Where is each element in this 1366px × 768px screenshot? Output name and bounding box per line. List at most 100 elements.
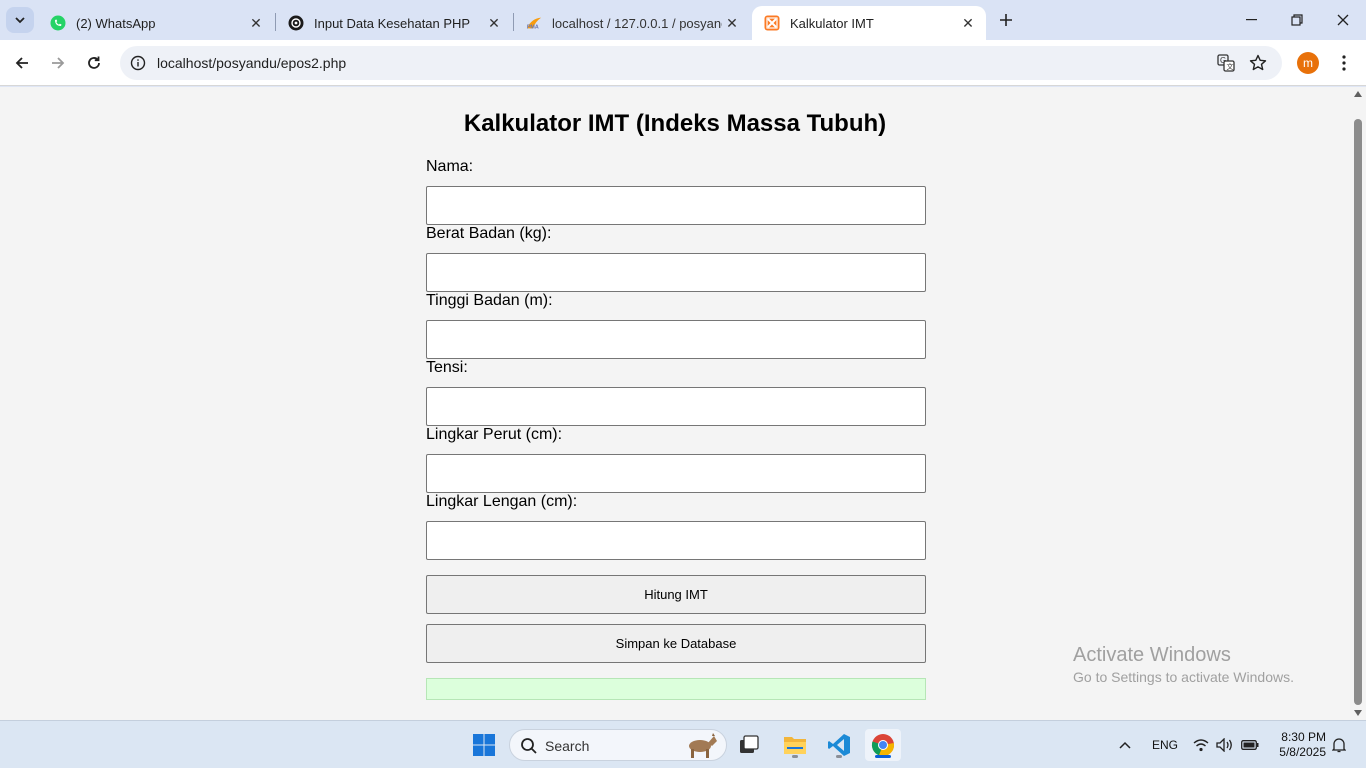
reload-button[interactable] xyxy=(80,49,108,77)
lingkar-lengan-input[interactable] xyxy=(426,521,926,560)
language-indicator[interactable]: ENG xyxy=(1152,738,1178,752)
search-icon xyxy=(521,738,537,754)
tab-search-button[interactable] xyxy=(6,7,34,33)
nama-input[interactable] xyxy=(426,186,926,225)
simpan-database-button[interactable]: Simpan ke Database xyxy=(426,624,926,663)
chevron-down-icon xyxy=(15,17,25,24)
tab-phpmyadmin[interactable]: PMA localhost / 127.0.0.1 / posyandu ✕ xyxy=(514,6,750,40)
battery-icon xyxy=(1241,740,1259,750)
clock-date: 5/8/2025 xyxy=(1279,745,1326,759)
new-tab-button[interactable] xyxy=(994,8,1018,32)
site-info-icon[interactable] xyxy=(128,53,148,73)
tab-kalkulator-imt[interactable]: Kalkulator IMT ✕ xyxy=(752,6,986,40)
result-box xyxy=(426,678,926,700)
lingkar-perut-input[interactable] xyxy=(426,454,926,493)
more-vertical-icon xyxy=(1342,55,1346,71)
taskbar: Search ENG 8:30 PM 5/8/2025 xyxy=(0,720,1366,768)
close-window-button[interactable] xyxy=(1320,0,1366,40)
profile-avatar[interactable]: m xyxy=(1297,52,1319,74)
tinggi-badan-input[interactable] xyxy=(426,320,926,359)
task-view-button[interactable] xyxy=(731,729,767,761)
svg-text:PMA: PMA xyxy=(527,24,539,30)
running-indicator xyxy=(836,755,842,758)
arrow-right-icon xyxy=(52,57,65,69)
plus-icon xyxy=(1000,14,1012,26)
page-title: Kalkulator IMT (Indeks Massa Tubuh) xyxy=(463,110,887,137)
field-label: Nama: xyxy=(426,158,474,175)
vscode-icon xyxy=(828,734,850,756)
tab-whatsapp[interactable]: (2) WhatsApp ✕ xyxy=(38,6,274,40)
tab-title: (2) WhatsApp xyxy=(76,15,156,31)
field-label: Tensi: xyxy=(426,359,468,376)
hitung-imt-button[interactable]: Hitung IMT xyxy=(426,575,926,614)
tab-strip: (2) WhatsApp ✕ Input Data Kesehatan PHP … xyxy=(0,0,1366,40)
restore-icon xyxy=(1291,14,1303,26)
address-bar[interactable]: localhost/posyandu/epos2.php G文 xyxy=(120,46,1282,80)
volume-icon xyxy=(1216,738,1232,752)
berat-badan-input[interactable] xyxy=(426,253,926,292)
windows-icon xyxy=(473,734,495,756)
tensi-input[interactable] xyxy=(426,387,926,426)
chrome-button[interactable] xyxy=(865,729,901,761)
minimize-icon xyxy=(1245,19,1257,21)
close-icon xyxy=(1337,14,1349,26)
arrow-left-icon xyxy=(15,57,28,69)
whatsapp-icon xyxy=(50,15,66,31)
battery-button[interactable] xyxy=(1237,729,1263,761)
activation-watermark: Activate Windows Go to Settings to activ… xyxy=(1073,643,1294,687)
field-label: Berat Badan (kg): xyxy=(426,225,552,242)
close-icon[interactable]: ✕ xyxy=(484,13,504,33)
forward-button[interactable] xyxy=(44,49,72,77)
page-viewport: Kalkulator IMT (Indeks Massa Tubuh) Nama… xyxy=(0,87,1350,720)
tray-overflow-button[interactable] xyxy=(1110,729,1140,761)
file-explorer-button[interactable] xyxy=(777,729,813,761)
minimize-button[interactable] xyxy=(1228,0,1274,40)
field-label: Lingkar Lengan (cm): xyxy=(426,493,578,510)
donkey-icon xyxy=(689,733,717,758)
tab-title: Kalkulator IMT xyxy=(790,15,874,31)
folder-icon xyxy=(784,737,806,754)
field-label: Lingkar Perut (cm): xyxy=(426,426,563,443)
notifications-button[interactable] xyxy=(1328,729,1350,761)
chrome-icon xyxy=(871,734,894,757)
taskbar-search[interactable]: Search xyxy=(509,729,727,761)
volume-button[interactable] xyxy=(1212,729,1238,761)
restore-button[interactable] xyxy=(1274,0,1320,40)
scroll-down-icon[interactable] xyxy=(1354,710,1362,716)
tab-title: localhost / 127.0.0.1 / posyandu xyxy=(552,15,722,31)
more-menu-button[interactable] xyxy=(1334,52,1354,74)
scroll-thumb[interactable] xyxy=(1354,119,1362,705)
reload-icon xyxy=(88,56,100,69)
chatgpt-icon xyxy=(288,15,304,31)
close-icon[interactable]: ✕ xyxy=(958,13,978,33)
start-button[interactable] xyxy=(466,729,502,761)
clock[interactable]: 8:30 PM 5/8/2025 xyxy=(1270,730,1326,760)
svg-text:文: 文 xyxy=(1227,62,1234,71)
search-label: Search xyxy=(545,738,590,754)
field-tensi: Tensi: xyxy=(426,358,926,426)
star-icon[interactable] xyxy=(1248,53,1268,73)
chevron-up-icon xyxy=(1119,741,1131,749)
field-label: Tinggi Badan (m): xyxy=(426,292,553,309)
task-view-icon xyxy=(740,735,759,753)
watermark-subtitle: Go to Settings to activate Windows. xyxy=(1073,669,1294,685)
wifi-icon xyxy=(1193,739,1209,752)
phpmyadmin-icon: PMA xyxy=(526,15,542,31)
page-scrollbar[interactable] xyxy=(1350,87,1366,720)
scroll-up-icon[interactable] xyxy=(1354,91,1362,97)
back-button[interactable] xyxy=(8,49,36,77)
close-icon[interactable]: ✕ xyxy=(722,13,742,33)
field-lingkar-lengan: Lingkar Lengan (cm): xyxy=(426,492,926,566)
url-text[interactable]: localhost/posyandu/epos2.php xyxy=(157,55,346,71)
close-icon[interactable]: ✕ xyxy=(246,13,266,33)
watermark-title: Activate Windows xyxy=(1073,644,1231,666)
field-nama: Nama: xyxy=(426,157,926,225)
browser-toolbar: localhost/posyandu/epos2.php G文 m xyxy=(0,40,1366,86)
vscode-button[interactable] xyxy=(821,729,857,761)
wifi-button[interactable] xyxy=(1188,729,1214,761)
running-indicator xyxy=(792,755,798,758)
translate-icon[interactable]: G文 xyxy=(1216,53,1236,73)
tab-input-data[interactable]: Input Data Kesehatan PHP ✕ xyxy=(276,6,512,40)
field-lingkar-perut: Lingkar Perut (cm): xyxy=(426,425,926,493)
field-berat-badan: Berat Badan (kg): xyxy=(426,224,926,292)
